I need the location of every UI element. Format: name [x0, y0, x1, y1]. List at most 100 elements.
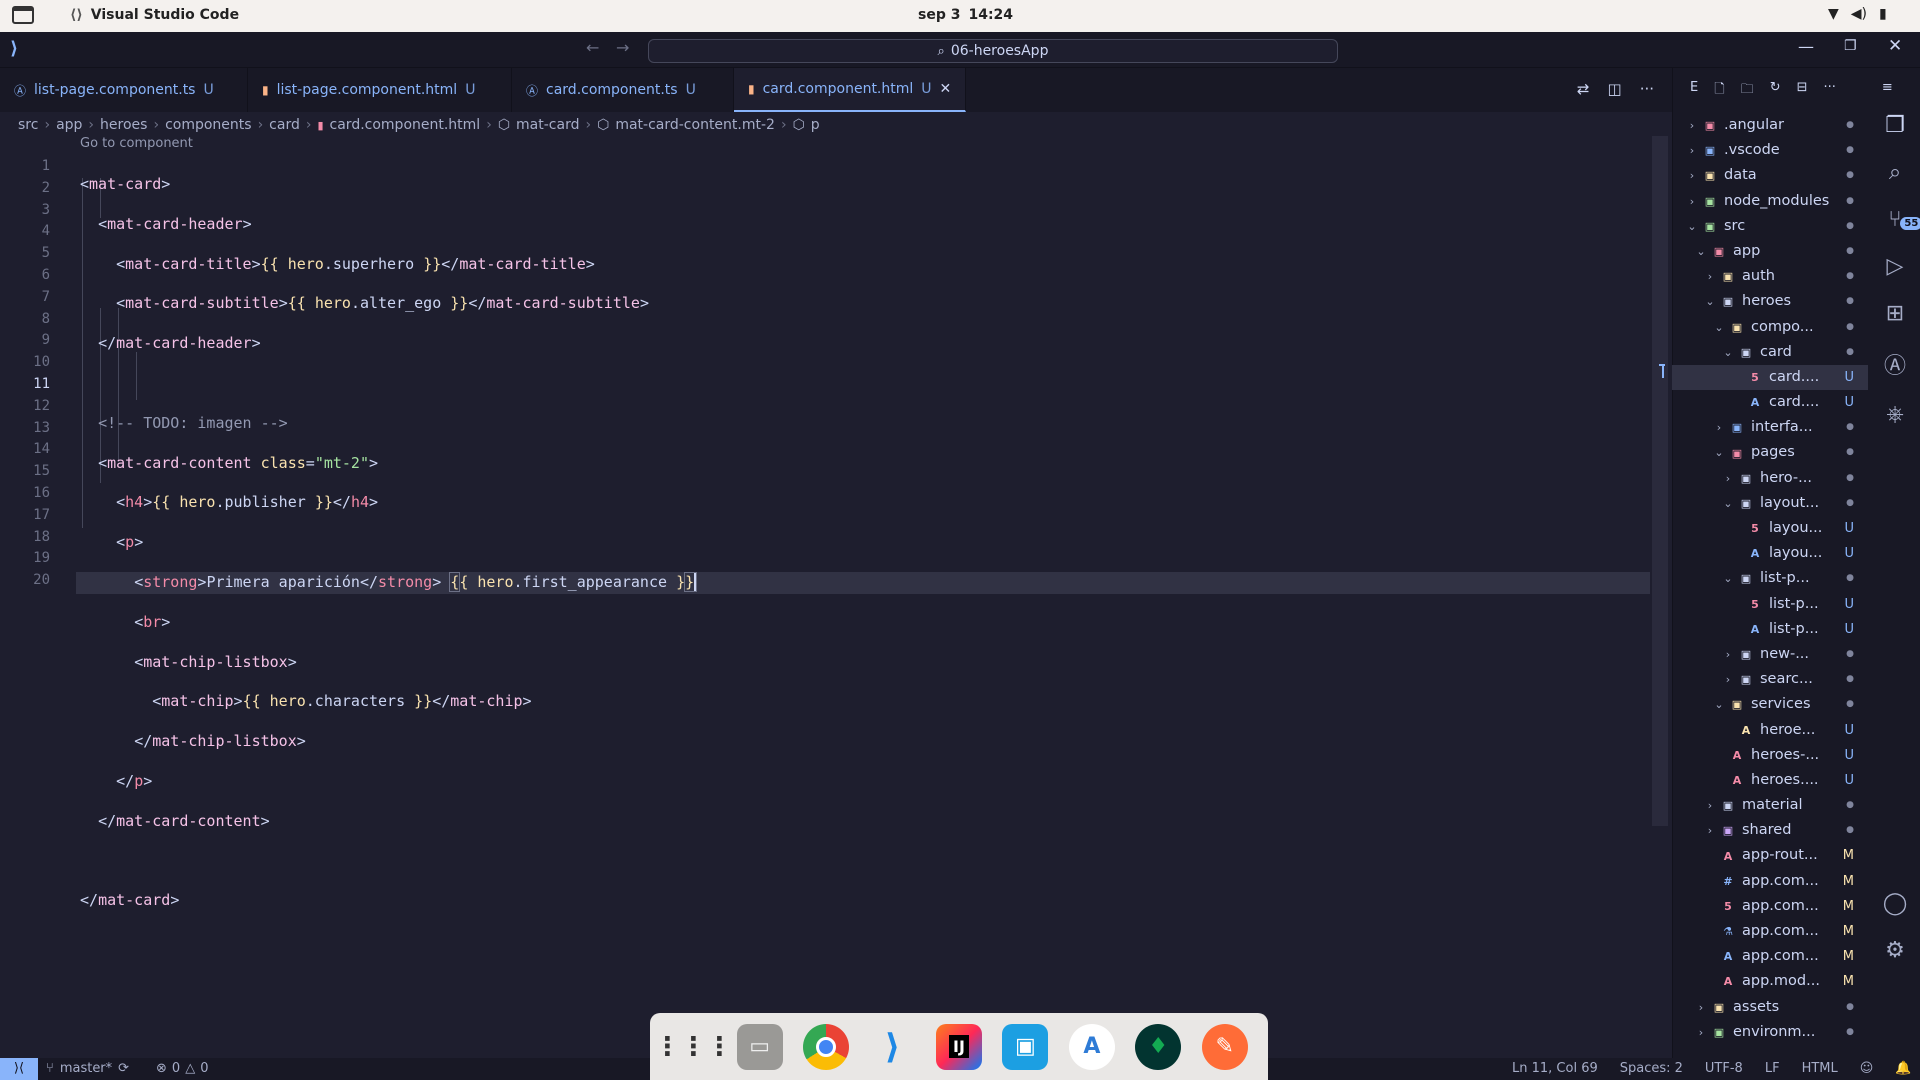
kubernetes-icon[interactable]: ⎈	[1886, 402, 1904, 427]
new-file-icon[interactable]: 🗋	[1714, 80, 1724, 102]
indentation[interactable]: Spaces: 2	[1620, 1061, 1683, 1076]
tree-item[interactable]: ⌄ ▣ list-p... ●	[1672, 566, 1868, 591]
tree-item[interactable]: ⌄ ▣ src ●	[1672, 214, 1868, 239]
angular-icon[interactable]: Ⓐ	[1884, 348, 1906, 380]
chevron-down-icon[interactable]: ⌄	[1720, 340, 1736, 365]
close-window-icon[interactable]: ✕	[1888, 36, 1902, 56]
tree-item[interactable]: ⚗ app.com... M	[1672, 919, 1868, 944]
chevron-down-icon[interactable]: ⌄	[1702, 289, 1718, 314]
editor-scrollbar[interactable]	[1652, 136, 1668, 826]
chevron-right-icon[interactable]: ›	[1702, 793, 1718, 818]
restore-icon[interactable]: ❐	[1844, 38, 1857, 54]
language-mode[interactable]: HTML	[1802, 1061, 1838, 1076]
tree-item[interactable]: › ▣ shared ●	[1672, 818, 1868, 843]
chevron-right-icon[interactable]: ›	[1702, 818, 1718, 843]
date[interactable]: sep 3	[918, 7, 960, 23]
tree-item[interactable]: › ▣ hero-... ●	[1672, 466, 1868, 491]
warning-count[interactable]: 0	[200, 1061, 208, 1076]
tree-item[interactable]: 5 list-p... U	[1672, 592, 1868, 617]
tab-card-ts[interactable]: Ⓐ card.component.ts U	[512, 68, 734, 112]
chevron-down-icon[interactable]: ⌄	[1711, 315, 1727, 340]
tree-item[interactable]: 5 card.... U	[1672, 364, 1868, 391]
software-store-icon[interactable]: ▣	[1002, 1023, 1049, 1070]
code-editor[interactable]: <mat-card> <mat-card-header> <mat-card-t…	[76, 156, 1650, 988]
breadcrumb-item[interactable]: src	[18, 117, 38, 133]
forward-arrow-icon[interactable]: →	[616, 38, 629, 57]
tree-item[interactable]: › ▣ data ●	[1672, 163, 1868, 188]
collapse-all-icon[interactable]: ⊟	[1797, 80, 1808, 102]
clock[interactable]: 14:24	[968, 7, 1013, 23]
chevron-right-icon[interactable]: ›	[1702, 264, 1718, 289]
chevron-right-icon[interactable]: ›	[1720, 667, 1736, 692]
split-editor-icon[interactable]: ◫	[1608, 80, 1622, 98]
sync-icon[interactable]: ⟳	[118, 1061, 129, 1076]
tree-item[interactable]: Alist-p... U	[1672, 617, 1868, 642]
breadcrumb-item[interactable]: heroes	[100, 117, 147, 133]
more-icon[interactable]: ···	[1824, 80, 1836, 102]
chevron-right-icon[interactable]: ›	[1720, 466, 1736, 491]
branch-name[interactable]: master*	[60, 1061, 112, 1076]
chrome-icon[interactable]	[803, 1023, 850, 1070]
tree-item[interactable]: ⌄ ▣ heroes ●	[1672, 289, 1868, 314]
minimize-icon[interactable]: —	[1798, 37, 1814, 56]
chevron-down-icon[interactable]: ⌄	[1711, 440, 1727, 465]
tree-item[interactable]: › ▣ node_modules ●	[1672, 189, 1868, 214]
tree-item[interactable]: Aheroes-... U	[1672, 743, 1868, 768]
tree-item[interactable]: › ▣ .angular ●	[1672, 113, 1868, 138]
account-icon[interactable]: ◯	[1883, 891, 1908, 916]
files-app-icon[interactable]: ▭	[736, 1023, 783, 1070]
chevron-right-icon[interactable]: ›	[1684, 138, 1700, 163]
feedback-icon[interactable]: ☺	[1860, 1061, 1874, 1076]
tree-item[interactable]: › ▣ environm... ●	[1672, 1020, 1868, 1045]
menu-icon[interactable]: ≡	[1882, 80, 1893, 102]
chevron-right-icon[interactable]: ›	[1684, 163, 1700, 188]
tree-item[interactable]: Aheroes.... U	[1672, 768, 1868, 793]
back-arrow-icon[interactable]: ←	[586, 38, 599, 57]
chevron-right-icon[interactable]: ›	[1711, 415, 1727, 440]
tree-item[interactable]: ⌄ ▣ pages ●	[1672, 440, 1868, 465]
tree-item[interactable]: ⌄ ▣ layout... ●	[1672, 491, 1868, 516]
breadcrumb-item[interactable]: mat-card	[516, 117, 579, 133]
tree-item[interactable]: › ▣ assets ●	[1672, 995, 1868, 1020]
active-app-name[interactable]: Visual Studio Code	[91, 7, 239, 23]
codelens-go-to-component[interactable]: Go to component	[80, 136, 193, 151]
tree-item[interactable]: ⌄ ▣ compo... ●	[1672, 315, 1868, 340]
chevron-right-icon[interactable]: ›	[1684, 189, 1700, 214]
close-tab-icon[interactable]: ✕	[940, 81, 952, 97]
remote-icon[interactable]: ⟩⟨	[0, 1058, 38, 1080]
postman-icon[interactable]: ✎	[1201, 1023, 1248, 1070]
chevron-down-icon[interactable]: ⌄	[1693, 239, 1709, 264]
mongodb-compass-icon[interactable]: ♦	[1135, 1023, 1182, 1070]
tab-card-html[interactable]: ▮ card.component.html U ✕	[734, 68, 966, 112]
volume-icon[interactable]: ◀)	[1851, 6, 1867, 22]
new-folder-icon[interactable]: 🗀	[1741, 80, 1754, 102]
app-grid-icon[interactable]: ⋮⋮⋮	[654, 1024, 732, 1070]
source-control-icon[interactable]: ⑂ 55	[1888, 207, 1920, 232]
chevron-right-icon[interactable]: ›	[1684, 113, 1700, 138]
tree-item[interactable]: Aapp.com... M	[1672, 944, 1868, 969]
chevron-right-icon[interactable]: ›	[1693, 1020, 1709, 1045]
chevron-down-icon[interactable]: ⌄	[1684, 214, 1700, 239]
error-count[interactable]: 0	[172, 1061, 180, 1076]
refresh-icon[interactable]: ↻	[1770, 80, 1781, 102]
tree-item[interactable]: › ▣ searc... ●	[1672, 667, 1868, 692]
chevron-down-icon[interactable]: ⌄	[1720, 566, 1736, 591]
search-icon[interactable]: ⌕	[1889, 160, 1901, 185]
tree-item[interactable]: ⌄ ▣ card ●	[1672, 340, 1868, 365]
breadcrumb-item[interactable]: mat-card-content.mt-2	[615, 117, 775, 133]
chevron-right-icon[interactable]: ›	[1720, 642, 1736, 667]
tree-item[interactable]: Aheroe... U	[1672, 718, 1868, 743]
notifications-icon[interactable]: 🔔	[1895, 1061, 1911, 1076]
tree-item[interactable]: ⌄ ▣ app ●	[1672, 239, 1868, 264]
encoding[interactable]: UTF-8	[1705, 1061, 1743, 1076]
tree-item[interactable]: Acard.... U	[1672, 390, 1868, 415]
wifi-icon[interactable]: ▼	[1828, 6, 1839, 22]
chevron-down-icon[interactable]: ⌄	[1720, 491, 1736, 516]
compare-changes-icon[interactable]: ⇄	[1577, 80, 1590, 98]
run-debug-icon[interactable]: ▷	[1887, 254, 1904, 279]
tab-list-page-ts[interactable]: Ⓐ list-page.component.ts U	[0, 68, 248, 112]
tab-list-page-html[interactable]: ▮ list-page.component.html U	[248, 68, 512, 112]
tree-item[interactable]: › ▣ interfa... ●	[1672, 415, 1868, 440]
app-center-icon[interactable]: A	[1068, 1023, 1115, 1070]
tree-item[interactable]: › ▣ material ●	[1672, 793, 1868, 818]
